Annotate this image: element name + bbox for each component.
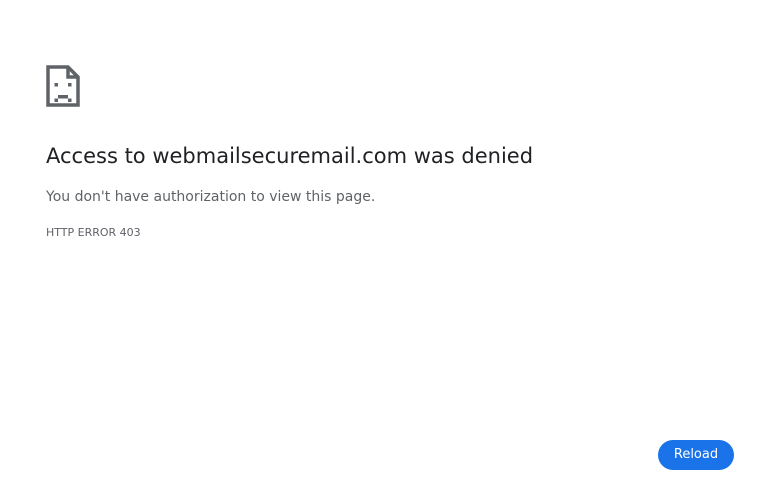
- reload-button[interactable]: Reload: [658, 440, 734, 470]
- error-title: Access to webmailsecuremail.com was deni…: [46, 144, 534, 168]
- sad-document-icon: [46, 65, 80, 107]
- error-code: HTTP ERROR 403: [46, 226, 141, 239]
- error-message: You don't have authorization to view thi…: [46, 189, 376, 205]
